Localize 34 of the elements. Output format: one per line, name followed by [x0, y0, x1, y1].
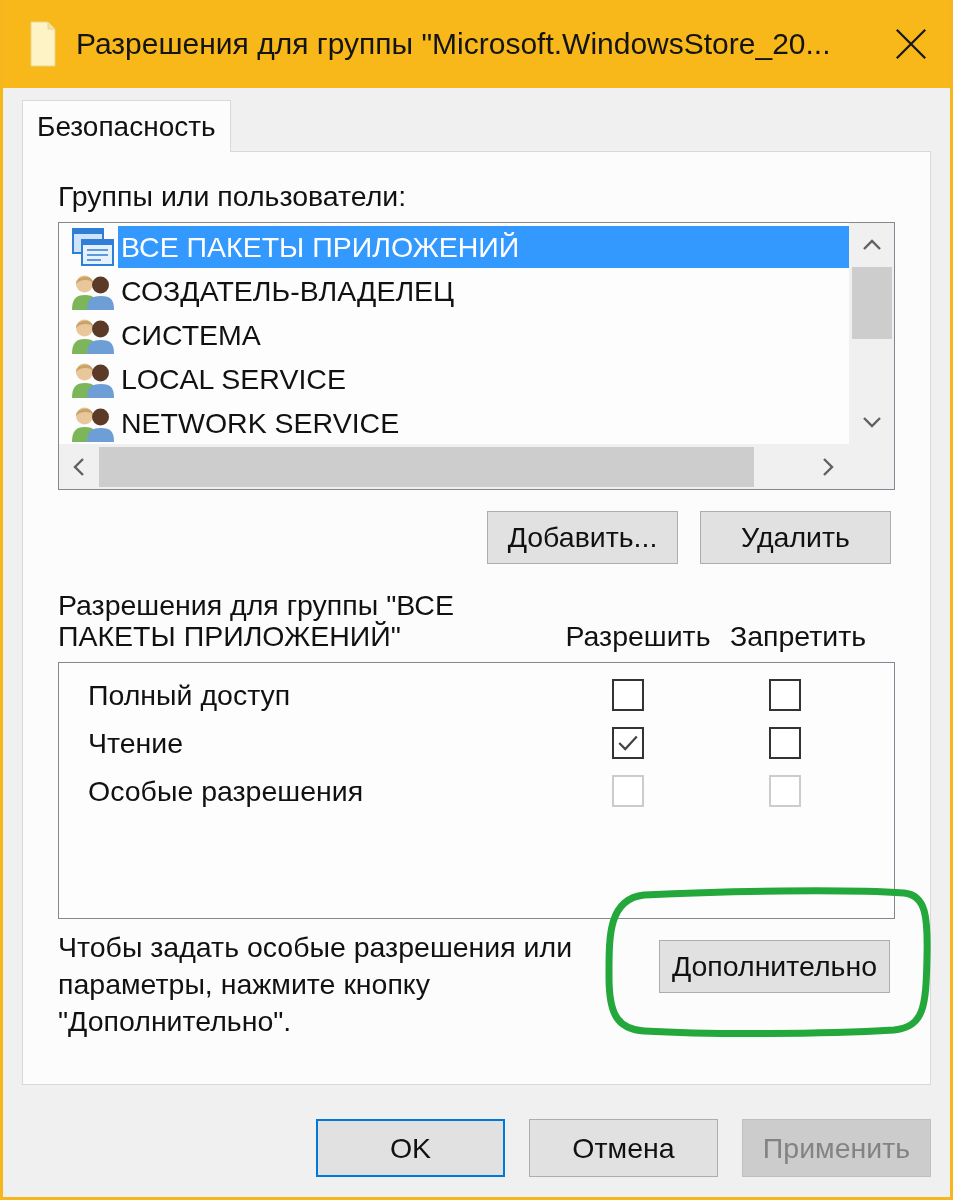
checkbox[interactable]	[611, 727, 644, 759]
list-item[interactable]: СИСТЕМА	[118, 314, 849, 356]
list-item[interactable]: NETWORK SERVICE	[118, 402, 849, 444]
close-icon	[895, 28, 927, 60]
scroll-down-icon[interactable]	[861, 416, 882, 428]
scroll-left-icon[interactable]	[73, 456, 85, 477]
document-icon	[30, 21, 56, 67]
permission-name: Чтение	[88, 725, 185, 761]
tab[interactable]: Безопасность	[22, 100, 231, 152]
window-title: Разрешения для группы "Microsoft.WindowsStore_20...	[76, 27, 832, 61]
permission-name: Полный доступ	[88, 677, 292, 713]
scrollbar-thumb[interactable]	[99, 446, 754, 487]
checkbox[interactable]	[768, 727, 801, 759]
checkbox[interactable]	[611, 679, 644, 711]
dialog-button[interactable]: Добавить...	[487, 511, 678, 564]
advanced-button[interactable]: Дополнительно	[658, 940, 890, 993]
dialog-button[interactable]: Удалить	[700, 511, 891, 564]
scrollbar-thumb[interactable]	[851, 267, 892, 339]
scroll-right-icon[interactable]	[822, 456, 834, 477]
list-item[interactable]: LOCAL SERVICE	[118, 358, 849, 400]
checkmark-icon	[616, 734, 639, 752]
list-item[interactable]: СОЗДАТЕЛЬ-ВЛАДЕЛЕЦ	[118, 270, 849, 312]
permission-name: Особые разрешения	[88, 773, 365, 809]
close-button[interactable]	[895, 28, 927, 60]
hint-text: Чтобы задать особые разрешения или параметры, нажмите кнопку "Дополнительно".	[58, 930, 574, 1039]
dialog-button[interactable]: Отмена	[529, 1119, 718, 1177]
permissions-label: Разрешения для группы "ВСЕ ПАКЕТЫ ПРИЛОЖЕНИЙ"	[58, 590, 455, 652]
column-header: Запретить	[728, 621, 868, 652]
column-header: Разрешить	[564, 621, 712, 652]
scroll-up-icon[interactable]	[861, 239, 882, 251]
checkbox[interactable]	[768, 679, 801, 711]
dialog-button[interactable]: OK	[316, 1119, 505, 1177]
app-windows-icon	[71, 227, 115, 267]
section-label: Группы или пользователи:	[58, 180, 408, 212]
